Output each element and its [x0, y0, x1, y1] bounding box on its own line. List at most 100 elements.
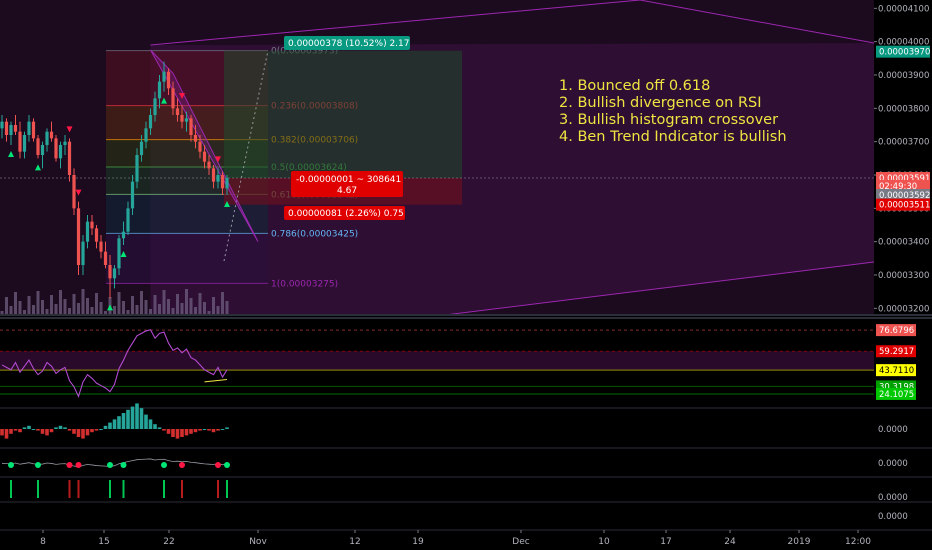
histogram-bar: [4, 429, 9, 439]
volume-bar: [144, 300, 148, 315]
volume-bar: [185, 289, 188, 315]
volume-bar: [162, 290, 166, 315]
ben-trend-bar: [77, 480, 80, 498]
histogram-bar: [139, 408, 144, 429]
candle: [22, 135, 27, 152]
volume-bar: [14, 292, 17, 315]
histogram-bar: [162, 429, 166, 431]
ben-trend-dot: [224, 462, 230, 468]
volume-bar: [72, 294, 76, 315]
fib-label: 1(0.00003275): [271, 279, 338, 289]
volume-bar: [212, 297, 215, 315]
candle: [211, 168, 216, 182]
fib-zone: [106, 233, 268, 284]
histogram-bar: [121, 413, 126, 429]
price-badge-label: 0.00003511: [879, 201, 930, 211]
ben-trend-dot: [8, 462, 14, 468]
ben-trend-bar: [163, 480, 165, 498]
candle: [40, 145, 45, 155]
candle: [9, 125, 13, 135]
ben-trend-dot: [107, 462, 113, 468]
candle: [63, 141, 67, 145]
time-tick-label: 24: [724, 537, 736, 547]
price-tick-label: 0.00003900: [878, 71, 929, 81]
candle: [216, 175, 220, 182]
rsi-badge-label: 59.2917: [879, 347, 914, 357]
volume-bar: [95, 293, 98, 315]
ben-trend-dot: [66, 462, 73, 468]
histogram-bar: [49, 429, 54, 433]
time-tick-label: Nov: [249, 537, 267, 547]
histogram-bar: [36, 429, 40, 431]
volume-bar: [158, 304, 161, 315]
price-tick-label: 0.00003700: [878, 138, 929, 148]
annotation-line-4: 4. Ben Trend Indicator is bullish: [559, 129, 787, 145]
price-tick-label: 0.00003200: [878, 304, 929, 314]
candle: [184, 118, 189, 122]
volume-bar: [216, 306, 220, 315]
candle: [202, 151, 207, 162]
volume-bar: [198, 293, 202, 315]
volume-bar: [27, 296, 31, 315]
rsi-badge-label: 76.6796: [879, 326, 914, 336]
annotation-line-1: 1. Bounced off 0.618: [559, 78, 711, 94]
time-tick-label: 12: [349, 537, 360, 547]
candle: [157, 81, 162, 99]
candle: [207, 161, 211, 169]
stop-label: 0.00000081 (2.26%) 0.75: [288, 209, 404, 219]
candle: [139, 141, 144, 155]
volume-bar: [68, 308, 71, 315]
rsi-badge-label: 24.1075: [879, 390, 914, 400]
histogram-bar: [13, 429, 18, 431]
volume-bar: [131, 296, 134, 315]
ben-trend-dot: [215, 462, 221, 468]
volume-bar: [117, 292, 121, 315]
histogram-bar: [90, 429, 94, 433]
candle: [49, 131, 54, 139]
volume-bar: [77, 303, 80, 315]
candle: [193, 135, 198, 142]
histogram-bar: [108, 422, 112, 429]
candle: [0, 121, 4, 129]
histogram-bar: [216, 429, 220, 431]
candle: [99, 241, 103, 252]
histogram-bar: [54, 427, 58, 429]
ben-trend-bar: [10, 480, 12, 498]
histogram-bar: [184, 429, 189, 436]
candle: [4, 121, 9, 135]
volume-bar: [18, 301, 22, 315]
candle: [220, 175, 225, 189]
histogram-bar: [27, 425, 31, 429]
candle: [225, 178, 229, 189]
candle: [36, 138, 40, 155]
candle: [67, 141, 72, 175]
time-tick-label: 8: [40, 537, 46, 547]
histogram-bar: [0, 429, 4, 436]
candle: [175, 108, 180, 115]
chart-canvas[interactable]: 0(0.00003973)0.236(0.00003808)0.382(0.00…: [0, 0, 932, 550]
time-tick-label: 19: [412, 537, 424, 547]
volume-bar: [9, 306, 13, 315]
candle: [54, 138, 58, 159]
histogram-axis-label: 0.0000: [878, 425, 908, 435]
volume-bar: [113, 306, 116, 315]
candle: [180, 115, 184, 122]
candle: [162, 71, 166, 82]
ben-trend-axis-label: 0.0000: [878, 459, 908, 469]
volume-bar: [167, 299, 170, 315]
histogram-bar: [9, 429, 13, 434]
histogram-bar: [72, 429, 76, 434]
histogram-bar: [126, 409, 130, 429]
histogram-bar: [63, 427, 67, 429]
histogram-bar: [166, 429, 171, 434]
annotation-line-2: 2. Bullish divergence on RSI: [559, 95, 762, 111]
time-tick-label: 2019: [788, 537, 811, 547]
volume-bar: [86, 298, 89, 315]
ben-trend-dot: [120, 462, 127, 468]
candle: [144, 128, 148, 142]
volume-bar: [90, 307, 94, 315]
volume-bar: [203, 302, 206, 315]
histogram-bar: [189, 429, 193, 434]
candle: [130, 181, 135, 209]
histogram-bar: [198, 429, 202, 431]
